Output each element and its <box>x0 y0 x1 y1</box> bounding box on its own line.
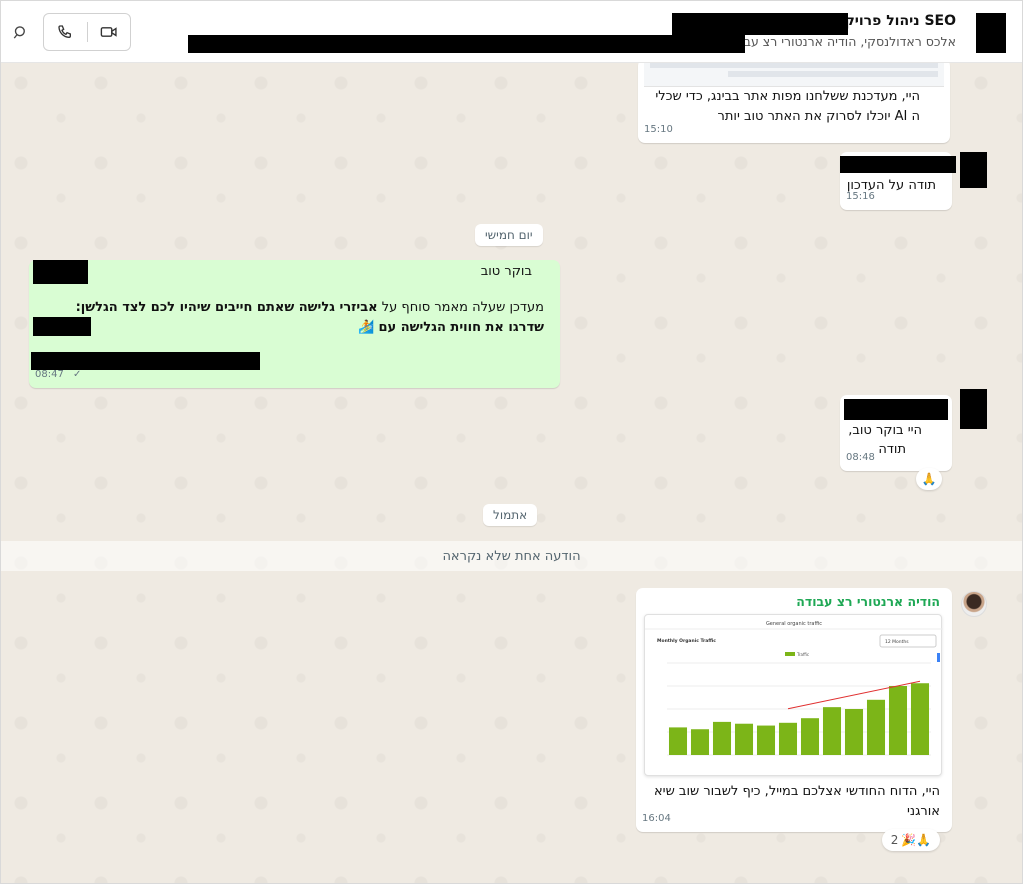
subtitle-redacted <box>188 35 745 53</box>
sender-name-redacted <box>840 156 956 173</box>
image-attachment[interactable]: General organic traffic Monthly Organic … <box>644 614 943 776</box>
chart-bar <box>888 686 908 755</box>
message-bubble[interactable]: היי בוקר טוב, תודה 08:48 <box>840 395 952 471</box>
message-meta: 08:47 ✓ <box>35 365 81 385</box>
chat-subtitle[interactable]: אלכס ראדולנסקי, הודיה ארנטורי רצ עב <box>744 34 956 49</box>
message-list[interactable]: היי, מעדכנת ששלחנו מפות אתר בבינג, כדי ש… <box>1 59 1022 883</box>
message-time: 15:16 <box>846 191 875 202</box>
sender-avatar[interactable] <box>961 591 987 617</box>
name-redacted <box>33 260 88 284</box>
message-time: 08:47 <box>35 369 64 380</box>
title-redacted <box>672 13 848 35</box>
message-text: היי, מעדכנת ששלחנו מפות אתר בבינג, כדי ש… <box>655 89 920 124</box>
chart-bar <box>756 725 776 755</box>
date-divider: אתמול <box>483 504 538 526</box>
chart-bar <box>734 723 754 755</box>
chart-bar <box>690 729 710 755</box>
sender-avatar-redacted[interactable] <box>960 389 987 429</box>
video-icon <box>100 27 117 37</box>
chart-bar <box>668 727 688 755</box>
chart-bar <box>910 683 930 755</box>
group-avatar-redacted[interactable] <box>976 13 1006 53</box>
date-divider: יום חמישי <box>475 224 543 246</box>
video-call-button[interactable] <box>88 14 131 50</box>
sender-avatar-redacted[interactable] <box>960 152 987 188</box>
chart-bar <box>844 709 864 755</box>
chart-scrollbar <box>937 653 940 662</box>
message-bubble[interactable]: הודיה ארנטורי רצ עבודה General organic t… <box>636 588 952 832</box>
chat-header: SEO ניהול פרויקט - אלכס ראדולנסקי, הודיה… <box>1 1 1022 63</box>
reaction-emojis: 🎉🙏 <box>901 833 932 847</box>
message-text-plain: מעדכן שעלה מאמר סוחף על <box>381 300 544 315</box>
thumbnail-row <box>728 71 938 77</box>
unread-label: הודעה אחת שלא נקראה <box>442 549 581 564</box>
message-time: 16:04 <box>642 813 671 824</box>
voice-call-button[interactable] <box>44 14 87 50</box>
message-text-line-1: היי בוקר טוב, <box>848 423 922 438</box>
reaction-count: 2 <box>890 833 899 847</box>
chart-dropdown: 12 Months <box>885 639 909 645</box>
message-text-line-2: תודה <box>878 442 906 457</box>
call-buttons <box>43 13 131 51</box>
phone-icon <box>58 25 72 39</box>
message-text: היי, הדוח החודשי אצלכם במייל, כיף לשבור … <box>653 784 940 819</box>
message-bubble[interactable]: היי, מעדכנת ששלחנו מפות אתר בבינג, כדי ש… <box>638 59 950 143</box>
message-reaction[interactable]: 🙏 <box>916 468 942 490</box>
message-bubble[interactable]: תודה על העדכון 15:16 <box>840 152 956 210</box>
chart-subtitle: Monthly Organic Traffic <box>657 638 716 644</box>
sent-check-icon: ✓ <box>73 369 82 380</box>
legend-swatch <box>785 652 795 656</box>
search-icon <box>13 25 25 39</box>
message-reactions[interactable]: 2 🎉🙏 <box>882 829 940 851</box>
search-button[interactable] <box>9 21 31 43</box>
chart-bars <box>668 683 930 755</box>
message-text: מעדכן שעלה מאמר סוחף על אביזרי גלישה שאת… <box>37 298 544 338</box>
surf-emoji: 🏄 <box>358 320 375 335</box>
link-preview-thumbnail <box>644 59 944 87</box>
link-redacted <box>33 317 91 336</box>
message-greeting: בוקר טוב <box>480 264 532 279</box>
chart-bar <box>866 699 886 755</box>
chart-bar <box>822 707 842 755</box>
message-bubble[interactable]: בוקר טוב מעדכן שעלה מאמר סוחף על אביזרי … <box>29 260 560 388</box>
traffic-chart: General organic traffic Monthly Organic … <box>645 621 943 756</box>
message-time: 15:10 <box>644 124 673 135</box>
chart-title: General organic traffic <box>766 621 822 627</box>
chart-bar <box>800 718 820 755</box>
sender-name-redacted <box>844 399 948 420</box>
legend-label: Traffic <box>796 652 809 657</box>
sender-name[interactable]: הודיה ארנטורי רצ עבודה <box>796 592 940 612</box>
chart-bar <box>778 722 798 755</box>
whatsapp-window: SEO ניהול פרויקט - אלכס ראדולנסקי, הודיה… <box>0 0 1023 884</box>
chart-bar <box>712 721 732 755</box>
message-time: 08:48 <box>846 452 875 463</box>
